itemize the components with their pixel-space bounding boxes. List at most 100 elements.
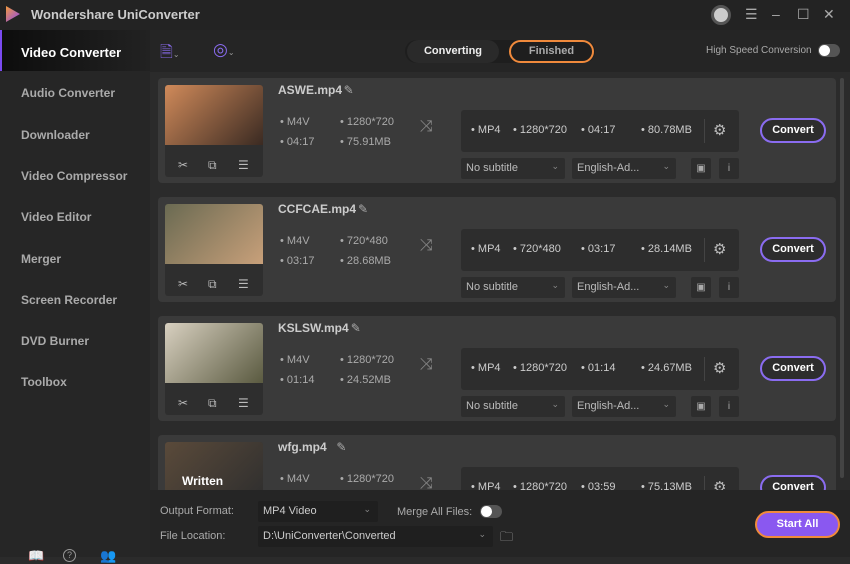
file-name: CCFCAE.mp4: [278, 202, 357, 216]
trim-icon[interactable]: ✂: [178, 396, 188, 410]
output-format: • MP4: [471, 243, 501, 255]
output-settings[interactable]: • MP4 • 1280*720 • 04:17 • 80.78MB ⚙: [461, 110, 739, 152]
subtitle-select[interactable]: No subtitle ⌄: [461, 396, 565, 417]
video-thumbnail[interactable]: ✂ ⧉ ☰: [165, 85, 263, 177]
file-card: ✂ ⧉ ☰ ASWE.mp4 ✎ • M4V • 1280*720 • 04:17 • 75.9…: [158, 78, 836, 183]
minimize-icon[interactable]: –: [772, 6, 780, 22]
trim-icon[interactable]: ✂: [178, 158, 188, 172]
chevron-down-icon: ⌄: [478, 529, 486, 539]
output-duration: • 04:17: [581, 124, 616, 136]
users-icon[interactable]: 👥: [100, 548, 116, 564]
sidebar-item-screen-recorder[interactable]: Screen Recorder: [0, 278, 150, 319]
output-format: • MP4: [471, 362, 501, 374]
subtitle-preview-icon[interactable]: ▣: [691, 396, 711, 417]
menu-icon[interactable]: ☰: [745, 6, 758, 23]
video-thumbnail[interactable]: ✂ ⧉ ☰: [165, 323, 263, 415]
file-card: ✂ ⧉ ☰ KSLSW.mp4 ✎ • M4V • 1280*720 • 01:14 • 24.…: [158, 316, 836, 421]
guide-book-icon[interactable]: 📖: [28, 548, 44, 564]
file-name: ASWE.mp4: [278, 83, 343, 97]
output-format-select[interactable]: MP4 Video ⌄: [258, 501, 378, 522]
scrollbar[interactable]: [840, 78, 844, 478]
info-icon[interactable]: i: [719, 158, 739, 179]
tab-finished[interactable]: Finished: [509, 40, 594, 63]
sidebar-item-video-converter[interactable]: Video Converter: [0, 30, 150, 71]
thumbnail-image: [165, 323, 263, 383]
convert-arrow-icon: ⤨: [420, 118, 433, 135]
effects-icon[interactable]: ☰: [238, 396, 249, 410]
audio-track-select[interactable]: English-Ad... ⌄: [572, 158, 676, 179]
sidebar-item-toolbox[interactable]: Toolbox: [0, 360, 150, 401]
source-size: • 24.52MB: [340, 374, 391, 386]
source-resolution: • 1280*720: [340, 354, 395, 366]
video-thumbnail[interactable]: ✂ ⧉ ☰: [165, 204, 263, 296]
audio-track-select[interactable]: English-Ad... ⌄: [572, 277, 676, 298]
trim-icon[interactable]: ✂: [178, 277, 188, 291]
close-icon[interactable]: ✕: [823, 6, 835, 23]
crop-icon[interactable]: ⧉: [208, 277, 217, 292]
folder-icon[interactable]: 🗀: [500, 528, 513, 550]
info-icon[interactable]: i: [719, 277, 739, 298]
convert-button[interactable]: Convert: [760, 118, 826, 143]
maximize-icon[interactable]: ☐: [797, 6, 810, 23]
subtitle-select[interactable]: No subtitle ⌄: [461, 158, 565, 179]
add-dvd-icon[interactable]: ◎⌄: [213, 40, 235, 60]
source-format: • M4V: [280, 116, 310, 128]
chevron-down-icon: ⌄: [662, 399, 670, 409]
output-resolution: • 1280*720: [513, 362, 568, 374]
output-settings[interactable]: • MP4 • 1280*720 • 01:14 • 24.67MB ⚙: [461, 348, 739, 390]
subtitle-preview-icon[interactable]: ▣: [691, 158, 711, 179]
settings-gear-icon[interactable]: ⚙: [713, 359, 726, 377]
crop-icon[interactable]: ⧉: [208, 396, 217, 411]
subtitle-preview-icon[interactable]: ▣: [691, 277, 711, 298]
effects-icon[interactable]: ☰: [238, 158, 249, 172]
sidebar-item-label: Video Editor: [21, 210, 92, 225]
source-size: • 75.91MB: [340, 136, 391, 148]
settings-gear-icon[interactable]: ⚙: [713, 240, 726, 258]
convert-button[interactable]: Convert: [760, 356, 826, 381]
divider: [704, 119, 705, 143]
info-icon[interactable]: i: [719, 396, 739, 417]
convert-button[interactable]: Convert: [760, 237, 826, 262]
source-duration: • 01:14: [280, 374, 315, 386]
output-duration: • 03:17: [581, 243, 616, 255]
output-format: • MP4: [471, 124, 501, 136]
convert-arrow-icon: ⤨: [420, 237, 433, 254]
edit-name-icon[interactable]: ✎: [358, 202, 368, 216]
start-all-button[interactable]: Start All: [755, 511, 840, 538]
sidebar-item-merger[interactable]: Merger: [0, 237, 150, 278]
settings-gear-icon[interactable]: ⚙: [713, 121, 726, 139]
audio-track-value: English-Ad...: [577, 400, 640, 412]
subtitle-select[interactable]: No subtitle ⌄: [461, 277, 565, 298]
file-card: ✂ ⧉ ☰ CCFCAE.mp4 ✎ • M4V • 720*480 • 03:17 • 28.…: [158, 197, 836, 302]
source-duration: • 04:17: [280, 136, 315, 148]
audio-track-select[interactable]: English-Ad... ⌄: [572, 396, 676, 417]
account-icon[interactable]: [711, 5, 731, 25]
output-size: • 28.14MB: [641, 243, 692, 255]
sidebar-item-audio-converter[interactable]: Audio Converter: [0, 71, 150, 112]
add-file-icon[interactable]: 🗎⌄: [160, 41, 180, 68]
chevron-down-icon: ⌄: [551, 399, 559, 409]
edit-name-icon[interactable]: ✎: [351, 321, 361, 335]
sidebar-item-video-compressor[interactable]: Video Compressor: [0, 154, 150, 195]
merge-toggle[interactable]: [480, 505, 502, 518]
chevron-down-icon: ⌄: [551, 161, 559, 171]
file-location-select[interactable]: D:\UniConverter\Converted ⌄: [258, 526, 493, 547]
subtitle-value: No subtitle: [466, 400, 518, 412]
sidebar-item-label: Video Compressor: [21, 168, 128, 183]
output-settings[interactable]: • MP4 • 720*480 • 03:17 • 28.14MB ⚙: [461, 229, 739, 271]
crop-icon[interactable]: ⧉: [208, 158, 217, 173]
file-location-label: File Location:: [160, 530, 226, 542]
sidebar-item-dvd-burner[interactable]: DVD Burner: [0, 319, 150, 360]
sidebar-item-video-editor[interactable]: Video Editor: [0, 195, 150, 236]
tab-converting[interactable]: Converting: [407, 40, 499, 63]
effects-icon[interactable]: ☰: [238, 277, 249, 291]
edit-name-icon[interactable]: ✎: [344, 83, 354, 97]
edit-name-icon[interactable]: ✎: [336, 440, 346, 454]
sidebar-item-downloader[interactable]: Downloader: [0, 113, 150, 154]
source-resolution: • 1280*720: [340, 473, 395, 485]
sidebar-item-label: Screen Recorder: [21, 292, 118, 307]
help-icon[interactable]: ?: [63, 549, 76, 562]
high-speed-toggle[interactable]: [818, 44, 840, 57]
sidebar-item-label: Video Converter: [21, 45, 122, 60]
convert-arrow-icon: ⤨: [420, 356, 433, 373]
